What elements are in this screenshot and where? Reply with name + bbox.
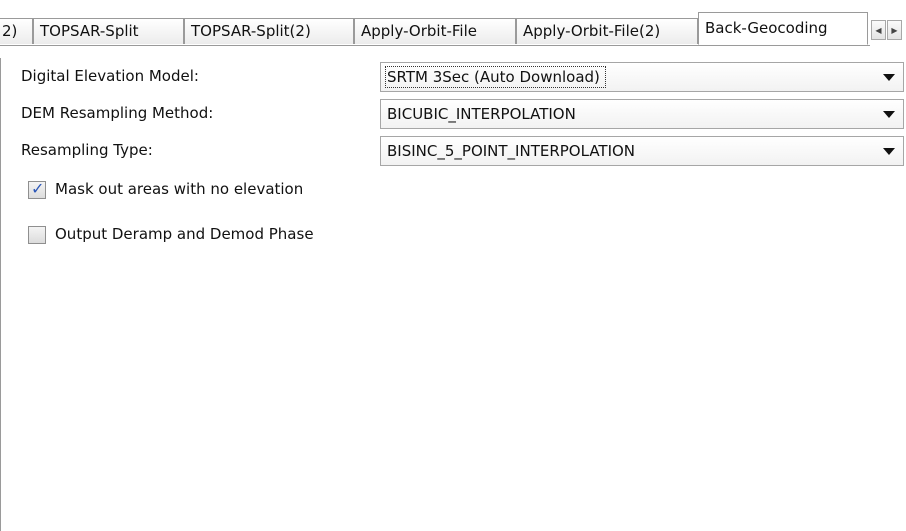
chevron-left-icon: ◀ <box>875 25 882 35</box>
tab-strip: 2) TOPSAR-Split TOPSAR-Split(2) Apply-Or… <box>0 12 870 46</box>
tab-label: Apply-Orbit-File <box>361 22 477 40</box>
checkmark-icon: ✓ <box>31 179 45 198</box>
dem-resampling-select[interactable]: BICUBIC_INTERPOLATION <box>380 99 904 129</box>
tab-topsar-split-2[interactable]: TOPSAR-Split(2) <box>184 18 354 44</box>
dem-row: Digital Elevation Model: SRTM 3Sec (Auto… <box>1 62 906 100</box>
tab-label: Back-Geocoding <box>705 19 828 37</box>
tab-apply-orbit-file-2[interactable]: Apply-Orbit-File(2) <box>516 18 698 44</box>
tab-label: 2) <box>2 22 18 40</box>
dem-resampling-row: DEM Resampling Method: BICUBIC_INTERPOLA… <box>1 99 906 137</box>
mask-out-areas-label: Mask out areas with no elevation <box>55 180 304 198</box>
tab-bar: 2) TOPSAR-Split TOPSAR-Split(2) Apply-Or… <box>0 0 906 58</box>
tab-label: TOPSAR-Split <box>40 22 139 40</box>
resampling-type-select[interactable]: BISINC_5_POINT_INTERPOLATION <box>380 136 904 166</box>
mask-out-areas-checkbox[interactable]: ✓ <box>28 179 46 199</box>
tab-scroll-right-button[interactable]: ▶ <box>887 20 902 40</box>
tab-apply-orbit-file[interactable]: Apply-Orbit-File <box>354 18 516 44</box>
back-geocoding-panel: Digital Elevation Model: SRTM 3Sec (Auto… <box>0 58 906 531</box>
dropdown-arrow-icon <box>883 74 895 81</box>
resampling-type-label: Resampling Type: <box>21 141 153 159</box>
output-deramp-label: Output Deramp and Demod Phase <box>55 225 314 243</box>
dropdown-arrow-icon <box>883 148 895 155</box>
tab-label: Apply-Orbit-File(2) <box>523 22 661 40</box>
output-deramp-checkbox[interactable] <box>28 226 46 244</box>
dem-resampling-label: DEM Resampling Method: <box>21 104 214 122</box>
tab-partial[interactable]: 2) <box>0 18 33 44</box>
chevron-right-icon: ▶ <box>891 25 898 35</box>
tab-topsar-split[interactable]: TOPSAR-Split <box>33 18 184 44</box>
dem-select[interactable]: SRTM 3Sec (Auto Download) <box>380 62 904 92</box>
tab-label: TOPSAR-Split(2) <box>191 22 311 40</box>
dem-resampling-select-value: BICUBIC_INTERPOLATION <box>387 105 576 123</box>
tab-back-geocoding[interactable]: Back-Geocoding <box>698 12 868 45</box>
dem-select-value: SRTM 3Sec (Auto Download) <box>385 66 606 88</box>
dropdown-arrow-icon <box>883 111 895 118</box>
tab-scroll-left-button[interactable]: ◀ <box>871 20 886 40</box>
resampling-type-row: Resampling Type: BISINC_5_POINT_INTERPOL… <box>1 136 906 174</box>
dem-label: Digital Elevation Model: <box>21 67 199 85</box>
resampling-type-select-value: BISINC_5_POINT_INTERPOLATION <box>387 142 636 160</box>
